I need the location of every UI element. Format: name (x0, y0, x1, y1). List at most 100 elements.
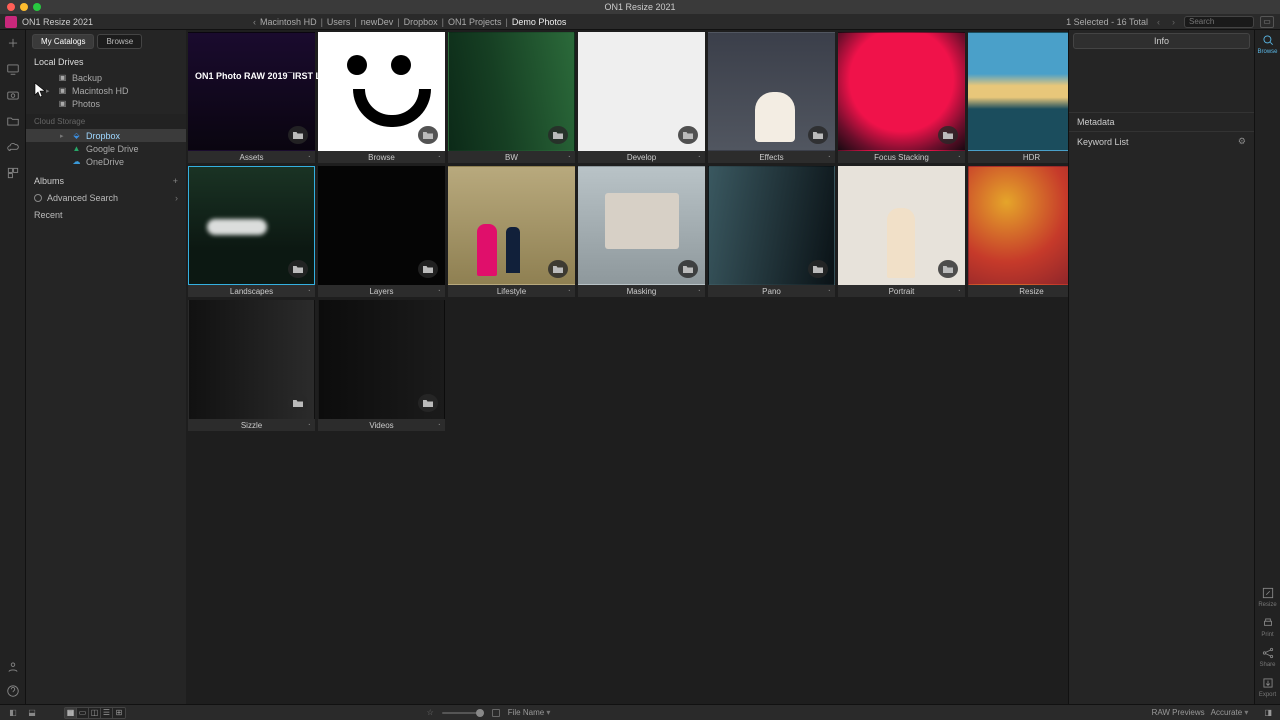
user-icon[interactable] (6, 660, 20, 674)
caption-menu-icon[interactable]: · (308, 420, 311, 430)
folder-card[interactable]: Pano· (708, 166, 835, 297)
folder-thumbnail[interactable] (578, 32, 705, 151)
caption-menu-icon[interactable]: · (958, 152, 961, 162)
window-maximize[interactable] (33, 3, 41, 11)
keyword-list-header[interactable]: Keyword List⚙ (1069, 131, 1254, 151)
folder-card[interactable]: Browse· (318, 32, 445, 163)
caption-menu-icon[interactable]: · (308, 286, 311, 296)
mode-browse[interactable]: Browse (1258, 33, 1278, 55)
breadcrumb-back-icon[interactable]: ‹ (253, 17, 256, 27)
crumb[interactable]: Users (327, 17, 351, 27)
crumb[interactable]: ON1 Projects (448, 17, 502, 27)
crumb[interactable]: Macintosh HD (260, 17, 317, 27)
folder-card[interactable]: Landscapes· (188, 166, 315, 297)
folder-thumbnail[interactable] (968, 166, 1068, 285)
crumb[interactable]: Demo Photos (512, 17, 567, 27)
window-minimize[interactable] (20, 3, 28, 11)
cloud-icon[interactable] (6, 140, 20, 154)
crumb[interactable]: Dropbox (404, 17, 438, 27)
drive-photos[interactable]: ▣Photos (26, 97, 186, 110)
caption-menu-icon[interactable]: · (568, 152, 571, 162)
folder-thumbnail[interactable] (968, 32, 1068, 151)
view-grid-icon[interactable]: ▦ (65, 708, 77, 718)
panel-toggle-left-icon[interactable]: ◧ (6, 707, 20, 719)
cloud-google-drive[interactable]: ▲Google Drive (26, 142, 186, 155)
caption-menu-icon[interactable]: · (308, 152, 311, 162)
info-tab[interactable]: Info (1073, 33, 1250, 49)
nav-next-icon[interactable]: › (1169, 17, 1178, 27)
folder-thumbnail[interactable] (318, 32, 445, 151)
folder-card[interactable]: BW· (448, 32, 575, 163)
caption-menu-icon[interactable]: · (438, 152, 441, 162)
panel-toggle-right-icon[interactable]: ◨ (1264, 708, 1272, 717)
folder-card[interactable]: Lifestyle· (448, 166, 575, 297)
cloud-onedrive[interactable]: ☁OneDrive (26, 155, 186, 168)
folder-thumbnail[interactable] (708, 32, 835, 151)
tab-my-catalogs[interactable]: My Catalogs (32, 34, 94, 49)
folder-card[interactable]: Layers· (318, 166, 445, 297)
folder-thumbnail[interactable] (448, 32, 575, 151)
folder-thumbnail[interactable] (578, 166, 705, 285)
mode-print[interactable]: Print (1258, 616, 1278, 638)
cloud-dropbox[interactable]: ▸⬙Dropbox (26, 129, 186, 142)
breadcrumb[interactable]: ‹ Macintosh HD| Users| newDev| Dropbox| … (253, 17, 566, 27)
folder-thumbnail[interactable] (838, 32, 965, 151)
local-drives-header[interactable]: Local Drives (26, 53, 186, 71)
metadata-header[interactable]: Metadata (1069, 112, 1254, 131)
folder-thumbnail[interactable] (188, 300, 315, 419)
advanced-search[interactable]: Advanced Search› (26, 190, 186, 206)
group-icon[interactable] (6, 166, 20, 180)
sort-dropdown[interactable]: File Name (508, 708, 551, 717)
caption-menu-icon[interactable]: · (698, 286, 701, 296)
folder-thumbnail[interactable] (838, 166, 965, 285)
folder-thumbnail[interactable] (448, 166, 575, 285)
window-close[interactable] (7, 3, 15, 11)
view-single-icon[interactable]: ▭ (77, 708, 89, 718)
search-input[interactable] (1184, 16, 1254, 28)
camera-icon[interactable] (6, 88, 20, 102)
folder-thumbnail[interactable] (708, 166, 835, 285)
caption-menu-icon[interactable]: · (828, 286, 831, 296)
view-filmstrip-icon[interactable]: ☰ (101, 708, 113, 718)
help-icon[interactable] (6, 684, 20, 698)
caption-menu-icon[interactable]: · (958, 286, 961, 296)
folder-card[interactable]: Videos· (318, 300, 445, 431)
folder-open-icon[interactable]: ▭ (1260, 16, 1274, 28)
monitor-icon[interactable] (6, 62, 20, 76)
caption-menu-icon[interactable]: · (568, 286, 571, 296)
folder-card[interactable]: Masking· (578, 166, 705, 297)
view-compare-icon[interactable]: ◫ (89, 708, 101, 718)
nav-prev-icon[interactable]: ‹ (1154, 17, 1163, 27)
gear-icon[interactable]: ⚙ (1238, 136, 1246, 147)
mode-share[interactable]: Share (1258, 646, 1278, 668)
recent-header[interactable]: Recent (26, 206, 186, 224)
view-mode-switch[interactable]: ▦ ▭ ◫ ☰ ⊞ (64, 707, 126, 719)
albums-header[interactable]: Albums+ (26, 172, 186, 190)
folder-card[interactable]: HDR· (968, 32, 1068, 163)
caption-menu-icon[interactable]: · (438, 286, 441, 296)
folder-thumbnail[interactable] (188, 166, 315, 285)
caption-menu-icon[interactable]: · (828, 152, 831, 162)
folder-thumbnail[interactable] (318, 166, 445, 285)
panel-toggle-bottom-icon[interactable]: ⬓ (25, 707, 39, 719)
drive-macintosh-hd[interactable]: ▸▣Macintosh HD (26, 84, 186, 97)
folders-icon[interactable] (6, 114, 20, 128)
folder-thumbnail[interactable] (318, 300, 445, 419)
caption-menu-icon[interactable]: · (698, 152, 701, 162)
folder-card[interactable]: Portrait· (838, 166, 965, 297)
tab-browse[interactable]: Browse (97, 34, 142, 49)
mode-resize[interactable]: Resize (1258, 586, 1278, 608)
add-album-icon[interactable]: + (173, 176, 178, 186)
folder-card[interactable]: Resize· (968, 166, 1068, 297)
folder-card[interactable]: Effects· (708, 32, 835, 163)
add-icon[interactable] (6, 36, 20, 50)
raw-accuracy-dropdown[interactable]: Accurate (1211, 708, 1249, 717)
folder-card[interactable]: Sizzle· (188, 300, 315, 431)
crumb[interactable]: newDev (361, 17, 394, 27)
folder-card[interactable]: Assets· (188, 32, 315, 163)
caption-menu-icon[interactable]: · (438, 420, 441, 430)
mode-export[interactable]: Export (1258, 676, 1278, 698)
thumb-size-slider[interactable] (442, 712, 484, 714)
folder-thumbnail[interactable] (188, 32, 315, 151)
folder-card[interactable]: Develop· (578, 32, 705, 163)
